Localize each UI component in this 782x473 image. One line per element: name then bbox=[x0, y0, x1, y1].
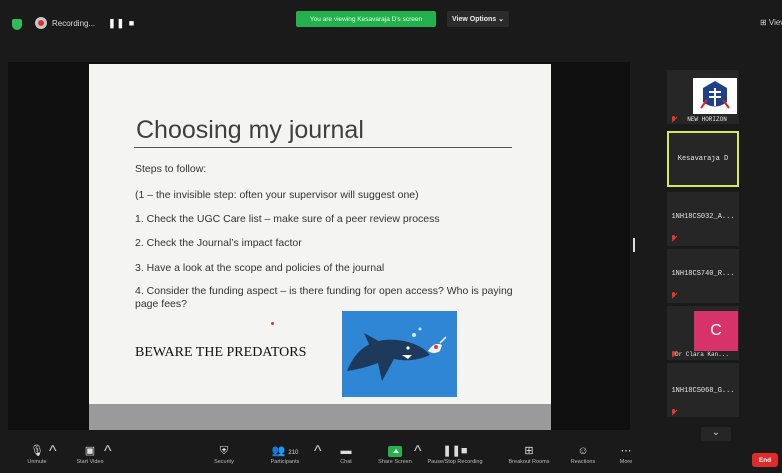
participant-name: Dr Clara Kan... bbox=[675, 351, 730, 358]
recording-label: Recording... bbox=[52, 18, 96, 28]
reactions-icon: ☺ bbox=[577, 445, 589, 457]
chat-label: Chat bbox=[340, 459, 352, 465]
participant-tile[interactable]: 1NH18CS032_A... bbox=[667, 192, 739, 246]
viewing-banner: You are viewing Kesavaraja D's screen bbox=[296, 11, 436, 27]
slide-line: 3. Have a look at the scope and policies… bbox=[135, 262, 385, 274]
slide-line: Steps to follow: bbox=[135, 163, 207, 175]
zoom-window: Recording... ❚❚ ■ You are viewing Kesava… bbox=[0, 0, 782, 473]
slide: Choosing my journal Steps to follow: (1 … bbox=[89, 64, 551, 404]
chat-button[interactable]: ▬ Chat bbox=[334, 443, 358, 473]
participant-tile[interactable]: 1NH18CS740_R... bbox=[667, 249, 739, 303]
meeting-toolbar: 🎙 Unmute ^ ▣ Start Video ^ ⛨ Security 👥 … bbox=[0, 443, 782, 473]
security-label: Security bbox=[214, 459, 234, 465]
mic-muted-icon bbox=[671, 409, 677, 416]
participants-label: Participants bbox=[270, 459, 300, 465]
participant-name: 1NH18CS740_R... bbox=[671, 270, 735, 278]
slide-line: 2. Check the Journal’s impact factor bbox=[135, 237, 302, 249]
participant-name: NEW HORIZON bbox=[687, 116, 727, 123]
record-label: Pause/Stop Recording bbox=[427, 459, 483, 465]
slide-line: 1. Check the UGC Care list – make sure o… bbox=[135, 213, 440, 225]
view-options-button[interactable]: View Options ⌄ bbox=[447, 11, 509, 27]
slide-line: (1 – the invisible step: often your supe… bbox=[135, 189, 419, 201]
recording-indicator: Recording... ❚❚ ■ bbox=[35, 15, 135, 31]
shield-icon[interactable] bbox=[12, 19, 22, 30]
share-screen-label: Share Screen bbox=[378, 459, 412, 465]
slide-line: 4. Consider the funding aspect – is ther… bbox=[135, 285, 513, 310]
pause-stop-icon: ❚❚■ bbox=[442, 445, 468, 457]
top-bar: Recording... ❚❚ ■ You are viewing Kesava… bbox=[0, 0, 782, 40]
participants-count: 210 bbox=[288, 450, 299, 456]
shark-illustration bbox=[342, 311, 457, 397]
participants-button[interactable]: 👥 210 Participants bbox=[264, 443, 306, 473]
participant-name: Kesavaraja D bbox=[677, 155, 729, 163]
chevron-up-icon[interactable]: ^ bbox=[104, 443, 112, 473]
record-icon bbox=[35, 17, 47, 29]
participant-name: 1NH18CS068_G... bbox=[671, 387, 735, 395]
end-meeting-button[interactable]: End bbox=[752, 453, 778, 467]
slide-title: Choosing my journal bbox=[136, 116, 364, 144]
college-logo bbox=[693, 78, 737, 114]
participant-tile[interactable]: C Dr Clara Kan... bbox=[667, 306, 739, 360]
mic-muted-icon bbox=[671, 235, 677, 242]
chevron-up-icon[interactable]: ^ bbox=[49, 443, 57, 473]
view-button[interactable]: ⊞ View bbox=[760, 18, 782, 27]
participant-tile[interactable]: NEW HORIZON bbox=[667, 70, 739, 124]
avatar: C bbox=[694, 311, 738, 351]
chevron-up-icon[interactable]: ^ bbox=[414, 443, 422, 473]
participant-name: 1NH18CS032_A... bbox=[671, 213, 735, 221]
more-label: More bbox=[619, 459, 633, 465]
chevron-up-icon[interactable]: ^ bbox=[314, 443, 322, 473]
record-button[interactable]: ❚❚■ Pause/Stop Recording bbox=[426, 443, 484, 473]
share-screen-button[interactable]: Share Screen bbox=[373, 443, 417, 473]
slide-footer bbox=[89, 404, 551, 430]
participant-tile-active[interactable]: Kesavaraja D bbox=[667, 131, 739, 187]
laser-pointer bbox=[271, 322, 274, 325]
title-divider bbox=[134, 147, 512, 148]
participant-tile[interactable]: 1NH18CS068_G... bbox=[667, 363, 739, 417]
more-icon: ⋯ bbox=[620, 445, 632, 457]
mic-muted-icon bbox=[671, 292, 677, 299]
cursor bbox=[633, 238, 635, 252]
security-button[interactable]: ⛨ Security bbox=[208, 443, 240, 473]
breakout-label: Breakout Rooms bbox=[508, 459, 550, 465]
shield-icon: ⛨ bbox=[219, 445, 229, 457]
beware-heading: BEWARE THE PREDATORS bbox=[135, 345, 307, 360]
reactions-label: Reactions bbox=[570, 459, 596, 465]
chat-icon: ▬ bbox=[340, 445, 352, 457]
chevron-down-icon[interactable]: ⌄ bbox=[701, 427, 731, 441]
share-screen-icon bbox=[388, 446, 402, 457]
participants-icon: 👥 210 bbox=[271, 445, 299, 457]
recording-controls[interactable]: ❚❚ ■ bbox=[108, 18, 135, 29]
more-button[interactable]: ⋯ More bbox=[614, 443, 638, 473]
reactions-button[interactable]: ☺ Reactions bbox=[564, 443, 602, 473]
breakout-icon: ⊞ bbox=[524, 445, 534, 457]
breakout-rooms-button[interactable]: ⊞ Breakout Rooms bbox=[503, 443, 555, 473]
